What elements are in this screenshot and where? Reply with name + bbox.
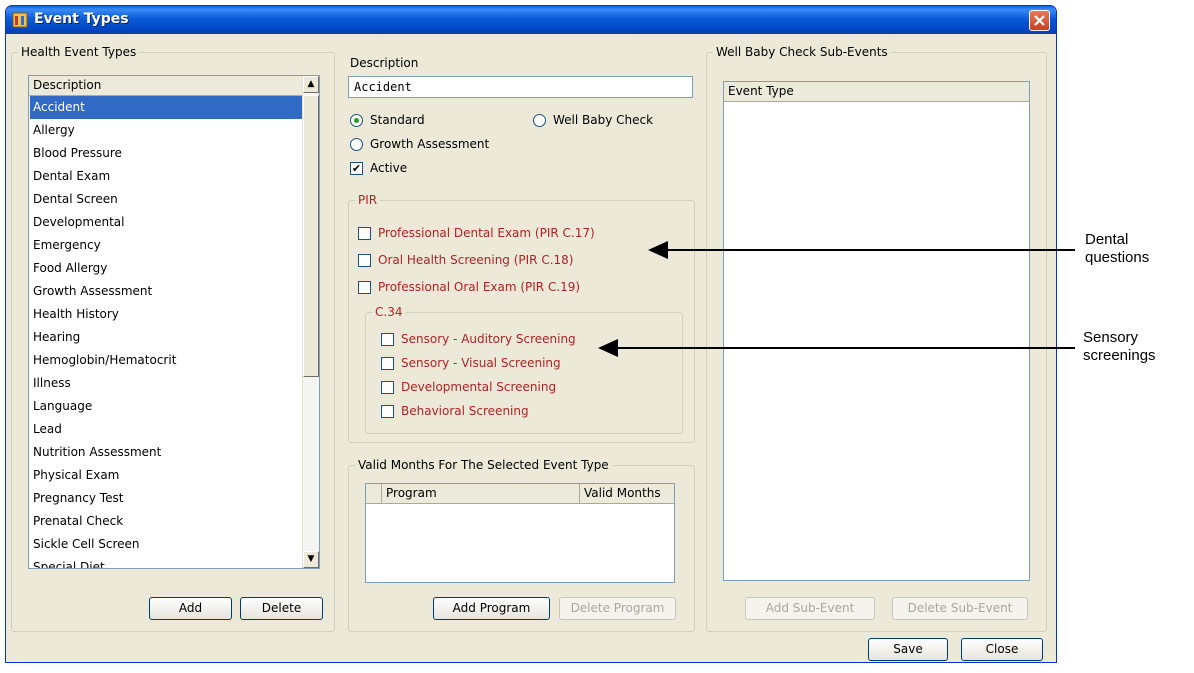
list-scrollbar[interactable]: ▲ ▼ <box>302 76 319 568</box>
growth-assessment-radio-label[interactable]: Growth Assessment <box>370 137 489 151</box>
pir-checkbox[interactable] <box>358 254 371 267</box>
sub-events-list[interactable]: Event Type <box>723 81 1030 581</box>
list-item[interactable]: Emergency <box>30 234 303 257</box>
pir-checkbox[interactable] <box>381 405 394 418</box>
list-item[interactable]: Language <box>30 395 303 418</box>
sub-events-group: Well Baby Check Sub-Events Event Type Ad… <box>706 45 1047 632</box>
valid-months-column-header[interactable]: Valid Months <box>580 484 674 503</box>
list-header[interactable]: Description <box>29 76 319 96</box>
pir-checkbox[interactable] <box>381 333 394 346</box>
valid-months-header: Program Valid Months <box>366 484 674 504</box>
list-item[interactable]: Lead <box>30 418 303 441</box>
list-item[interactable]: Dental Exam <box>30 165 303 188</box>
valid-months-group: Valid Months For The Selected Event Type… <box>348 458 695 632</box>
pir-checkbox[interactable] <box>358 281 371 294</box>
pir-checkbox-label[interactable]: Developmental Screening <box>401 380 556 394</box>
growth-assessment-radio[interactable] <box>350 138 363 151</box>
list-item[interactable]: Hemoglobin/Hematocrit <box>30 349 303 372</box>
pir-checkbox[interactable] <box>381 357 394 370</box>
pir-checkbox[interactable] <box>381 381 394 394</box>
scroll-down-button[interactable]: ▼ <box>303 551 319 568</box>
list-item[interactable]: Physical Exam <box>30 464 303 487</box>
add-program-button[interactable]: Add Program <box>433 597 550 620</box>
c34-legend: C.34 <box>372 305 406 319</box>
list-item[interactable]: Special Diet <box>30 556 303 568</box>
list-item[interactable]: Health History <box>30 303 303 326</box>
add-sub-event-button[interactable]: Add Sub-Event <box>745 597 875 620</box>
app-icon <box>12 12 28 28</box>
well-baby-check-radio[interactable] <box>533 114 546 127</box>
dental-questions-annotation: Dental questions <box>1085 231 1149 267</box>
window-title: Event Types <box>34 11 129 27</box>
list-item[interactable]: Nutrition Assessment <box>30 441 303 464</box>
pir-group: PIR Professional Dental Exam (PIR C.17) O… <box>348 193 695 443</box>
sensory-screenings-annotation: Sensory screenings <box>1083 329 1156 365</box>
standard-radio-label[interactable]: Standard <box>370 113 425 127</box>
description-label: Description <box>350 56 419 70</box>
pir-checkbox-label[interactable]: Sensory - Auditory Screening <box>401 332 576 346</box>
delete-event-type-button[interactable]: Delete <box>240 597 323 620</box>
list-item[interactable]: Hearing <box>30 326 303 349</box>
delete-sub-event-button[interactable]: Delete Sub-Event <box>892 597 1028 620</box>
pir-checkbox-label[interactable]: Professional Oral Exam (PIR C.19) <box>378 280 580 294</box>
list-item[interactable]: Allergy <box>30 119 303 142</box>
event-types-window: Event Types Health Event Types Descripti… <box>5 5 1057 663</box>
list-item[interactable]: Dental Screen <box>30 188 303 211</box>
close-icon <box>1034 15 1045 26</box>
description-column-header[interactable]: Description <box>29 76 303 95</box>
program-column-header[interactable]: Program <box>382 484 580 503</box>
list-item[interactable]: Accident <box>30 96 303 119</box>
add-event-type-button[interactable]: Add <box>149 597 232 620</box>
delete-program-button[interactable]: Delete Program <box>559 597 676 620</box>
standard-radio[interactable] <box>350 114 363 127</box>
sensory-annotation-line2: screenings <box>1083 347 1156 364</box>
health-event-types-list[interactable]: Description Accident Allergy Blood Pressur… <box>28 75 320 569</box>
list-item[interactable]: Pregnancy Test <box>30 487 303 510</box>
list-item[interactable]: Prenatal Check <box>30 510 303 533</box>
c34-group: C.34 Sensory - Auditory Screening Sensory… <box>365 305 683 434</box>
sub-events-header: Event Type <box>724 82 1029 102</box>
dental-annotation-line2: questions <box>1085 249 1150 266</box>
close-button[interactable]: Close <box>961 638 1043 661</box>
pir-legend: PIR <box>355 193 381 207</box>
list-item[interactable]: Food Allergy <box>30 257 303 280</box>
list-item[interactable]: Growth Assessment <box>30 280 303 303</box>
health-event-types-legend: Health Event Types <box>18 45 140 59</box>
event-type-column-header[interactable]: Event Type <box>724 82 1029 101</box>
list-item[interactable]: Developmental <box>30 211 303 234</box>
description-input[interactable]: Accident <box>348 76 693 98</box>
valid-months-grid[interactable]: Program Valid Months <box>365 483 675 583</box>
valid-months-legend: Valid Months For The Selected Event Type <box>355 458 612 472</box>
active-checkbox-label[interactable]: Active <box>370 161 407 175</box>
health-event-types-group: Health Event Types Description Accident A… <box>11 45 335 632</box>
pir-checkbox[interactable] <box>358 227 371 240</box>
save-button[interactable]: Save <box>868 638 948 661</box>
scroll-thumb[interactable] <box>303 95 319 377</box>
list-item[interactable]: Illness <box>30 372 303 395</box>
pir-checkbox-label[interactable]: Sensory - Visual Screening <box>401 356 561 370</box>
pir-checkbox-label[interactable]: Behavioral Screening <box>401 404 529 418</box>
list-item[interactable]: Sickle Cell Screen <box>30 533 303 556</box>
well-baby-check-radio-label[interactable]: Well Baby Check <box>553 113 653 127</box>
close-window-button[interactable] <box>1029 10 1050 31</box>
scroll-up-button[interactable]: ▲ <box>303 76 319 93</box>
pir-checkbox-label[interactable]: Oral Health Screening (PIR C.18) <box>378 253 573 267</box>
dental-annotation-line1: Dental <box>1085 231 1129 248</box>
pir-checkbox-label[interactable]: Professional Dental Exam (PIR C.17) <box>378 226 595 240</box>
sub-events-legend: Well Baby Check Sub-Events <box>713 45 891 59</box>
row-selector-header <box>366 484 382 503</box>
active-checkbox[interactable]: ✔ <box>350 162 363 175</box>
list-item[interactable]: Blood Pressure <box>30 142 303 165</box>
sensory-annotation-line1: Sensory <box>1083 329 1139 346</box>
title-bar[interactable]: Event Types <box>6 6 1056 34</box>
